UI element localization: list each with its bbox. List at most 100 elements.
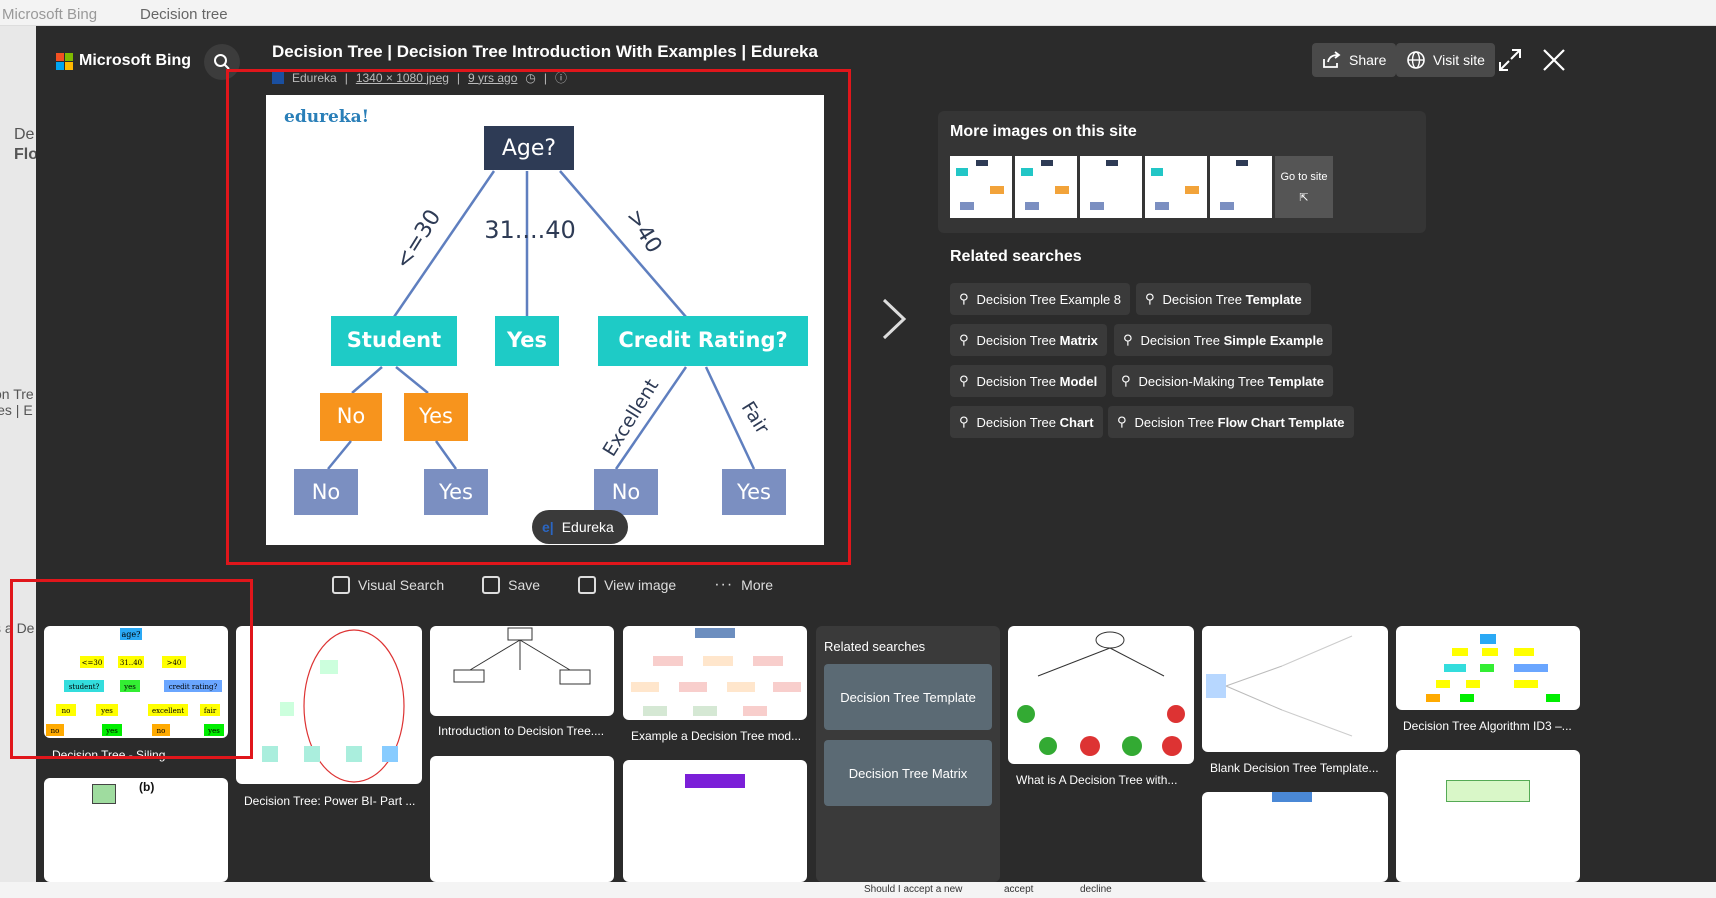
save-button[interactable]: Save bbox=[482, 576, 540, 594]
share-button[interactable]: Share bbox=[1312, 43, 1397, 77]
search-icon: ⚲ bbox=[959, 414, 969, 429]
image-strip: age? <=30 31..40 >40 student? yes credit… bbox=[36, 626, 1716, 882]
close-icon bbox=[1543, 49, 1565, 71]
search-icon: ⚲ bbox=[959, 291, 969, 306]
strip-thumbnail[interactable] bbox=[623, 626, 807, 720]
site-thumbnail[interactable] bbox=[1015, 156, 1077, 218]
site-thumbnail[interactable] bbox=[1210, 156, 1272, 218]
save-label: Save bbox=[508, 577, 541, 593]
external-link-icon: ⇱ bbox=[1299, 191, 1309, 204]
more-label: More bbox=[741, 577, 774, 593]
bg-snippet: De bbox=[14, 126, 35, 143]
related-search-chip[interactable]: ⚲ Decision Tree Matrix bbox=[950, 324, 1107, 356]
related-search-chip[interactable]: ⚲ Decision Tree Example 8 bbox=[950, 283, 1131, 315]
related-searches-heading: Related searches bbox=[950, 248, 1082, 265]
save-icon bbox=[482, 576, 501, 594]
strip-thumbnail[interactable] bbox=[236, 626, 422, 784]
visual-search-label: Visual Search bbox=[358, 577, 445, 593]
related-strip-item[interactable]: Decision Tree Matrix bbox=[824, 740, 992, 806]
thumbnail-graphic bbox=[1017, 631, 1185, 756]
more-images-section: More images on this site Go to site ⇱ bbox=[938, 111, 1426, 233]
related-search-chip[interactable]: ⚲ Decision Tree Template bbox=[1136, 283, 1311, 315]
strip-thumbnail[interactable] bbox=[623, 760, 807, 882]
background-header: Microsoft Bing Decision tree bbox=[0, 0, 1716, 26]
visit-site-label: Visit site bbox=[1433, 52, 1485, 68]
bg-snippet: on Tre bbox=[0, 386, 34, 402]
background-left-strip: De Flo on Tre les | E s a De bbox=[0, 26, 36, 898]
image-viewer-overlay: Microsoft Bing Decision Tree | Decision … bbox=[10, 26, 1716, 882]
bing-logo[interactable]: Microsoft Bing bbox=[56, 52, 191, 70]
thumbnail-graphic bbox=[631, 628, 801, 716]
bg-snippet: les | E bbox=[0, 402, 33, 418]
search-icon: ⚲ bbox=[1123, 332, 1133, 347]
bg-snippet: Flo bbox=[14, 146, 36, 163]
thumbnail-graphic bbox=[1206, 635, 1353, 737]
microsoft-logo-icon bbox=[56, 52, 73, 70]
ellipsis-icon: ··· bbox=[714, 576, 734, 593]
strip-thumbnail[interactable] bbox=[1202, 792, 1388, 882]
search-icon: ⚲ bbox=[959, 332, 969, 347]
strip-thumbnail[interactable] bbox=[1202, 626, 1388, 752]
thumbnail-graphic bbox=[1426, 634, 1560, 702]
related-search-chip[interactable]: ⚲ Decision Tree Flow Chart Template bbox=[1108, 406, 1354, 438]
brand-label: Microsoft Bing bbox=[79, 52, 191, 69]
site-thumbnail[interactable] bbox=[950, 156, 1012, 218]
background-search-query: Decision tree bbox=[140, 6, 228, 23]
red-highlight-thumbnail bbox=[10, 579, 253, 759]
strip-caption[interactable]: Introduction to Decision Tree.... bbox=[438, 724, 612, 738]
thumbnail-label: (b) bbox=[139, 780, 155, 794]
header-left: Microsoft Bing bbox=[36, 26, 254, 98]
thumbnail-graphic bbox=[453, 627, 591, 685]
strip-thumbnail[interactable]: (b) bbox=[44, 778, 228, 882]
image-actions: Visual Search Save View image ··· More bbox=[332, 576, 773, 594]
fullscreen-button[interactable] bbox=[1494, 44, 1526, 76]
bg-bottom-text: accept bbox=[1004, 884, 1034, 895]
go-to-site-button[interactable]: Go to site ⇱ bbox=[1275, 156, 1333, 218]
strip-caption[interactable]: Decision Tree: Power BI- Part ... bbox=[244, 794, 422, 808]
strip-thumbnail[interactable] bbox=[1396, 750, 1580, 882]
related-search-chip[interactable]: ⚲ Decision-Making Tree Template bbox=[1112, 365, 1333, 397]
close-button[interactable] bbox=[1538, 44, 1570, 76]
related-search-chip[interactable]: ⚲ Decision Tree Model bbox=[950, 365, 1107, 397]
strip-caption[interactable]: Blank Decision Tree Template... bbox=[1210, 761, 1386, 775]
strip-thumbnail[interactable] bbox=[430, 626, 614, 716]
related-strip-heading: Related searches bbox=[824, 639, 926, 654]
strip-thumbnail[interactable] bbox=[1008, 626, 1194, 764]
visit-site-button[interactable]: Visit site bbox=[1396, 43, 1495, 77]
background-brand: Microsoft Bing bbox=[2, 6, 98, 23]
bg-bottom-text: Should I accept a new bbox=[864, 884, 963, 895]
chevron-right-icon bbox=[882, 298, 907, 340]
next-image-button[interactable] bbox=[874, 294, 914, 344]
go-to-site-label: Go to site bbox=[1280, 170, 1328, 183]
strip-caption[interactable]: Example a Decision Tree mod... bbox=[631, 729, 805, 743]
related-strip-item[interactable]: Decision Tree Template bbox=[824, 664, 992, 730]
more-images-thumbs: Go to site ⇱ bbox=[950, 156, 1333, 218]
background-bottom: Should I accept a new accept decline bbox=[0, 882, 1716, 898]
site-thumbnail[interactable] bbox=[1080, 156, 1142, 218]
strip-thumbnail[interactable] bbox=[1396, 626, 1580, 710]
share-icon bbox=[1323, 51, 1341, 68]
expand-icon bbox=[1499, 49, 1521, 71]
strip-caption[interactable]: Decision Tree Algorithm ID3 –... bbox=[1403, 719, 1579, 733]
more-images-heading: More images on this site bbox=[950, 123, 1137, 140]
strip-thumbnail[interactable] bbox=[430, 756, 614, 882]
search-icon: ⚲ bbox=[1145, 291, 1155, 306]
related-search-chip[interactable]: ⚲ Decision Tree Chart bbox=[950, 406, 1103, 438]
view-image-button[interactable]: View image bbox=[578, 576, 676, 594]
visual-search-button[interactable]: Visual Search bbox=[332, 576, 444, 594]
view-image-label: View image bbox=[604, 577, 677, 593]
site-thumbnail[interactable] bbox=[1145, 156, 1207, 218]
view-image-icon bbox=[578, 576, 597, 594]
search-icon: ⚲ bbox=[1121, 373, 1131, 388]
page-title[interactable]: Decision Tree | Decision Tree Introducti… bbox=[272, 42, 818, 62]
bg-bottom-text: decline bbox=[1080, 884, 1112, 895]
red-highlight-main bbox=[226, 69, 851, 565]
visual-search-icon bbox=[332, 576, 350, 594]
globe-icon bbox=[1407, 51, 1425, 69]
strip-caption[interactable]: What is A Decision Tree with... bbox=[1016, 773, 1192, 787]
more-button[interactable]: ··· More bbox=[714, 576, 773, 594]
share-label: Share bbox=[1349, 52, 1387, 68]
thumbnail-graphic bbox=[262, 629, 405, 783]
related-search-chip[interactable]: ⚲ Decision Tree Simple Example bbox=[1114, 324, 1333, 356]
related-searches-strip: Related searches Decision Tree Template … bbox=[816, 626, 1000, 882]
